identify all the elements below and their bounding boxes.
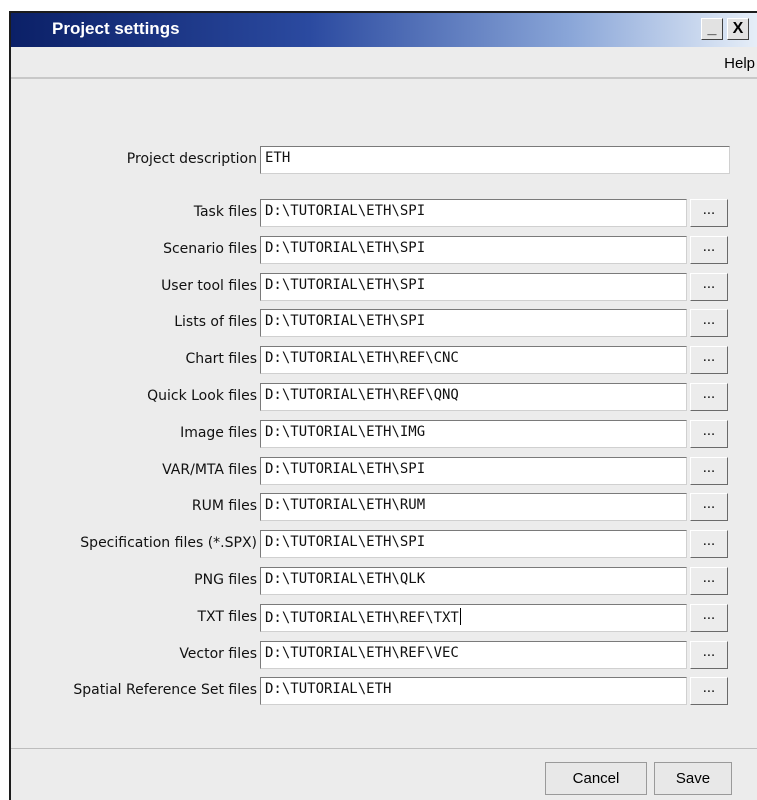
close-button[interactable]: X	[727, 18, 749, 40]
cancel-button[interactable]: Cancel	[545, 762, 647, 795]
project-description-input[interactable]: ETH	[260, 146, 730, 174]
project-description-row: Project description ETH	[11, 146, 757, 174]
title-bar[interactable]: Project settings _ X	[11, 13, 757, 47]
row-image-files: Image files D:\TUTORIAL\ETH\IMG...	[11, 420, 757, 448]
browse-button-rum-files[interactable]: ...	[690, 493, 728, 521]
input-scenario-files[interactable]: D:\TUTORIAL\ETH\SPI	[260, 236, 687, 264]
minimize-button[interactable]: _	[701, 18, 723, 40]
browse-button-task-files[interactable]: ...	[690, 199, 728, 227]
menu-help[interactable]: Help	[724, 55, 755, 72]
input-specification-files-spx[interactable]: D:\TUTORIAL\ETH\SPI	[260, 530, 687, 558]
browse-button-spatial-reference-set-files[interactable]: ...	[690, 677, 728, 705]
row-var-mta-files: VAR/MTA files D:\TUTORIAL\ETH\SPI...	[11, 457, 757, 485]
row-spatial-reference-set-files: Spatial Reference Set files D:\TUTORIAL\E…	[11, 677, 757, 705]
row-task-files: Task files D:\TUTORIAL\ETH\SPI...	[11, 199, 757, 227]
label-chart-files: Chart files	[185, 351, 257, 367]
save-button[interactable]: Save	[654, 762, 732, 795]
label-task-files: Task files	[193, 204, 257, 220]
project-description-label: Project description	[126, 151, 257, 167]
menu-bar: Help	[11, 47, 757, 77]
browse-button-vector-files[interactable]: ...	[690, 641, 728, 669]
label-user-tool-files: User tool files	[161, 278, 257, 294]
browse-button-specification-files-spx[interactable]: ...	[690, 530, 728, 558]
label-png-files: PNG files	[194, 572, 257, 588]
footer-separator	[11, 748, 757, 749]
row-specification-files-spx: Specification files (*.SPX) D:\TUTORIAL\E…	[11, 530, 757, 558]
label-var-mta-files: VAR/MTA files	[162, 462, 257, 478]
browse-button-user-tool-files[interactable]: ...	[690, 273, 728, 301]
input-txt-files[interactable]: D:\TUTORIAL\ETH\REF\TXT	[260, 604, 687, 632]
label-rum-files: RUM files	[191, 498, 257, 514]
row-txt-files: TXT files D:\TUTORIAL\ETH\REF\TXT...	[11, 604, 757, 632]
row-chart-files: Chart files D:\TUTORIAL\ETH\REF\CNC...	[11, 346, 757, 374]
input-user-tool-files[interactable]: D:\TUTORIAL\ETH\SPI	[260, 273, 687, 301]
browse-button-quick-look-files[interactable]: ...	[690, 383, 728, 411]
input-vector-files[interactable]: D:\TUTORIAL\ETH\REF\VEC	[260, 641, 687, 669]
input-chart-files[interactable]: D:\TUTORIAL\ETH\REF\CNC	[260, 346, 687, 374]
project-settings-window: Project settings _ X Help Project descri…	[9, 11, 757, 800]
browse-button-image-files[interactable]: ...	[690, 420, 728, 448]
row-quick-look-files: Quick Look files D:\TUTORIAL\ETH\REF\QNQ.…	[11, 383, 757, 411]
input-rum-files[interactable]: D:\TUTORIAL\ETH\RUM	[260, 493, 687, 521]
label-vector-files: Vector files	[179, 646, 257, 662]
row-scenario-files: Scenario files D:\TUTORIAL\ETH\SPI...	[11, 236, 757, 264]
row-vector-files: Vector files D:\TUTORIAL\ETH\REF\VEC...	[11, 641, 757, 669]
text-cursor	[459, 608, 461, 625]
row-lists-of-files: Lists of files D:\TUTORIAL\ETH\SPI...	[11, 309, 757, 337]
menu-separator	[11, 77, 757, 79]
label-image-files: Image files	[180, 425, 257, 441]
browse-button-chart-files[interactable]: ...	[690, 346, 728, 374]
label-quick-look-files: Quick Look files	[147, 388, 257, 404]
input-spatial-reference-set-files[interactable]: D:\TUTORIAL\ETH	[260, 677, 687, 705]
input-png-files[interactable]: D:\TUTORIAL\ETH\QLK	[260, 567, 687, 595]
input-task-files[interactable]: D:\TUTORIAL\ETH\SPI	[260, 199, 687, 227]
browse-button-var-mta-files[interactable]: ...	[690, 457, 728, 485]
browse-button-png-files[interactable]: ...	[690, 567, 728, 595]
label-lists-of-files: Lists of files	[174, 314, 257, 330]
label-specification-files-spx: Specification files (*.SPX)	[80, 535, 257, 551]
input-var-mta-files[interactable]: D:\TUTORIAL\ETH\SPI	[260, 457, 687, 485]
label-scenario-files: Scenario files	[163, 241, 257, 257]
input-quick-look-files[interactable]: D:\TUTORIAL\ETH\REF\QNQ	[260, 383, 687, 411]
row-rum-files: RUM files D:\TUTORIAL\ETH\RUM...	[11, 493, 757, 521]
browse-button-lists-of-files[interactable]: ...	[690, 309, 728, 337]
input-lists-of-files[interactable]: D:\TUTORIAL\ETH\SPI	[260, 309, 687, 337]
browse-button-txt-files[interactable]: ...	[690, 604, 728, 632]
label-spatial-reference-set-files: Spatial Reference Set files	[73, 682, 257, 698]
row-user-tool-files: User tool files D:\TUTORIAL\ETH\SPI...	[11, 273, 757, 301]
browse-button-scenario-files[interactable]: ...	[690, 236, 728, 264]
label-txt-files: TXT files	[197, 609, 257, 625]
input-image-files[interactable]: D:\TUTORIAL\ETH\IMG	[260, 420, 687, 448]
window-title: Project settings	[52, 19, 180, 38]
row-png-files: PNG files D:\TUTORIAL\ETH\QLK...	[11, 567, 757, 595]
